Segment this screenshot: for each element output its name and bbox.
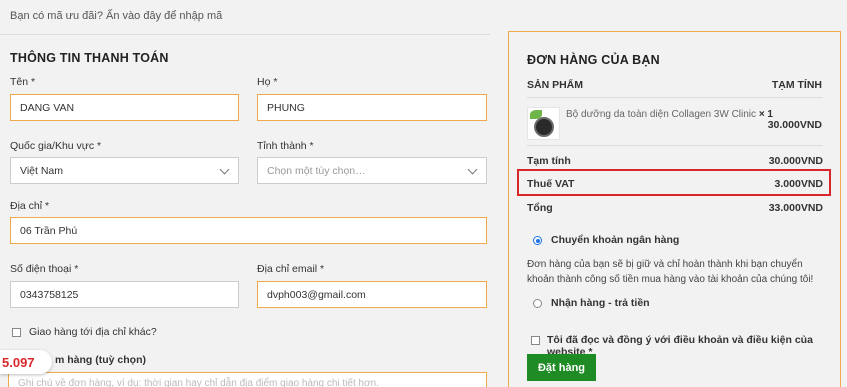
total-label: Tổng bbox=[527, 202, 553, 214]
billing-title: THÔNG TIN THANH TOÁN bbox=[10, 51, 169, 65]
floating-badge[interactable]: 5.097 bbox=[0, 350, 52, 374]
subtotal-label: Tạm tính bbox=[527, 155, 571, 167]
col-product-header: SẢN PHẨM bbox=[527, 79, 584, 91]
ship-other-label[interactable]: Giao hàng tới địa chỉ khác? bbox=[29, 326, 157, 338]
product-name: Bộ dưỡng da toàn diện Collagen 3W Clinic… bbox=[566, 109, 773, 120]
address-field[interactable]: 06 Trần Phú bbox=[10, 217, 487, 244]
phone-field[interactable]: 0343758125 bbox=[10, 281, 239, 308]
chevron-down-icon bbox=[467, 164, 478, 175]
first-name-label: Tên * bbox=[10, 76, 36, 88]
vat-value: 3.000VND bbox=[774, 178, 823, 190]
country-select[interactable]: Việt Nam bbox=[10, 157, 239, 184]
last-name-label: Họ * bbox=[257, 76, 278, 88]
phone-label: Số điện thoại * bbox=[10, 263, 79, 275]
divider bbox=[527, 145, 823, 146]
payment-cod-radio[interactable] bbox=[533, 299, 542, 308]
payment-bank-label[interactable]: Chuyển khoản ngân hàng bbox=[551, 234, 679, 246]
payment-cod-label[interactable]: Nhận hàng - trả tiền bbox=[551, 297, 650, 309]
last-name-field[interactable]: PHUNG bbox=[257, 94, 487, 121]
chevron-down-icon bbox=[219, 164, 230, 175]
province-label: Tỉnh thành * bbox=[257, 140, 314, 152]
product-thumbnail bbox=[527, 107, 560, 140]
total-value: 33.000VND bbox=[768, 202, 823, 214]
order-summary-panel: ĐƠN HÀNG CỦA BẠN SẢN PHẨM TẠM TÍNH Bộ dư… bbox=[508, 31, 841, 387]
order-title: ĐƠN HÀNG CỦA BẠN bbox=[527, 53, 660, 67]
province-placeholder: Chọn một tùy chọn… bbox=[267, 164, 366, 177]
email-label: Địa chỉ email * bbox=[257, 263, 325, 275]
email-field[interactable]: dvph003@gmail.com bbox=[257, 281, 487, 308]
product-price: 30.000VND bbox=[767, 119, 822, 131]
place-order-button[interactable]: Đặt hàng bbox=[527, 354, 596, 381]
address-label: Địa chỉ * bbox=[10, 200, 50, 212]
order-note-label: m hàng (tuỳ chọn) bbox=[55, 354, 146, 366]
payment-bank-description: Đơn hàng của bạn sẽ bị giữ và chỉ hoàn t… bbox=[527, 259, 814, 285]
vat-label: Thuế VAT bbox=[527, 178, 575, 190]
divider bbox=[527, 97, 823, 98]
terms-checkbox[interactable] bbox=[531, 336, 540, 345]
coupon-link[interactable]: Bạn có mã ưu đãi? Ấn vào đây để nhập mã bbox=[10, 10, 222, 22]
country-value: Việt Nam bbox=[20, 164, 63, 177]
first-name-field[interactable]: DANG VAN bbox=[10, 94, 239, 121]
subtotal-value: 30.000VND bbox=[768, 155, 823, 167]
ship-other-checkbox[interactable] bbox=[12, 328, 21, 337]
order-note-field[interactable]: Ghi chú về đơn hàng, ví dụ: thời gian ha… bbox=[8, 372, 487, 387]
province-select[interactable]: Chọn một tùy chọn… bbox=[257, 157, 487, 184]
col-subtotal-header: TẠM TÍNH bbox=[771, 79, 822, 91]
payment-bank-radio[interactable] bbox=[533, 236, 542, 245]
divider bbox=[0, 34, 490, 35]
country-label: Quốc gia/Khu vực * bbox=[10, 140, 102, 152]
